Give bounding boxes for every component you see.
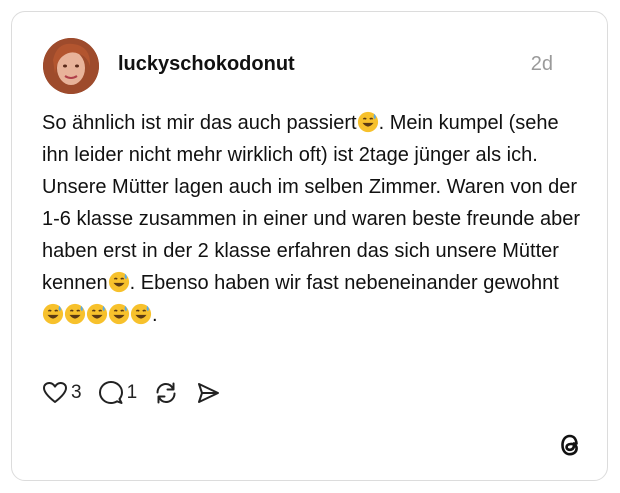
grinning-sweat-emoji-icon xyxy=(86,303,108,325)
post-text-part: . Mein kumpel (sehe ihn leider nicht meh… xyxy=(42,112,581,294)
share-icon xyxy=(198,383,220,403)
heart-icon xyxy=(43,382,67,403)
share-button[interactable] xyxy=(195,380,221,406)
post-card: luckyschokodonut 2d So ähnlich ist mir d… xyxy=(11,11,608,481)
grinning-sweat-emoji-icon xyxy=(130,303,152,325)
repost-icon xyxy=(156,382,176,404)
avatar[interactable] xyxy=(43,38,99,94)
reply-button[interactable]: 1 xyxy=(98,380,138,406)
username[interactable]: luckyschokodonut xyxy=(118,53,295,76)
grinning-sweat-emoji-icon xyxy=(64,303,86,325)
action-bar: 3 1 xyxy=(42,379,237,407)
reply-count: 1 xyxy=(126,382,138,403)
grinning-sweat-emoji-icon xyxy=(108,271,129,293)
post-text: So ähnlich ist mir das auch passiert. Me… xyxy=(42,107,582,331)
post-text-part: So ähnlich ist mir das auch passiert xyxy=(42,112,357,134)
comment-icon xyxy=(98,381,123,404)
post-timestamp: 2d xyxy=(530,53,553,75)
grinning-sweat-emoji-icon xyxy=(108,303,130,325)
post-text-part: . xyxy=(152,304,158,326)
post-text-part: . Ebenso haben wir fast nebeneinander ge… xyxy=(129,272,559,294)
like-button[interactable]: 3 xyxy=(42,381,82,405)
repost-button[interactable] xyxy=(153,380,179,406)
grinning-sweat-emoji-icon xyxy=(42,303,64,325)
like-count: 3 xyxy=(71,382,82,403)
threads-logo-icon[interactable] xyxy=(557,431,583,459)
grinning-sweat-emoji-icon xyxy=(357,111,378,133)
